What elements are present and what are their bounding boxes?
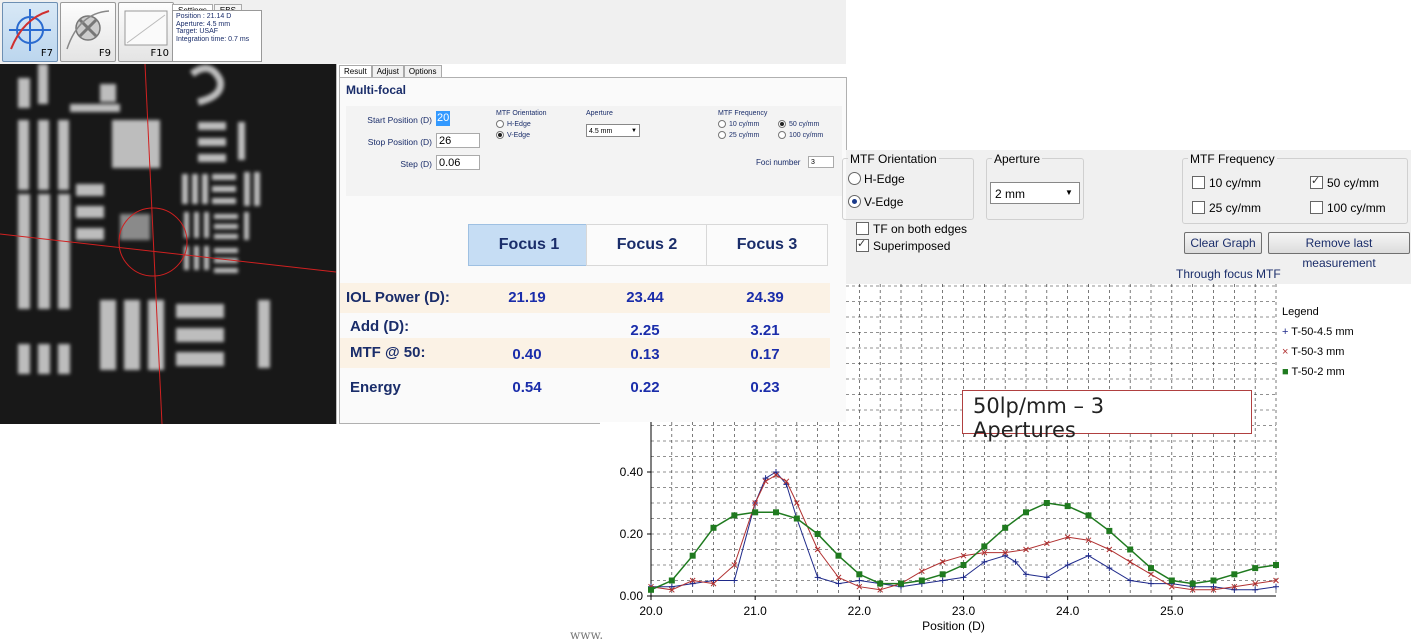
x-tick-label: 25.0 [1160, 604, 1184, 618]
data-point-square [648, 586, 654, 593]
data-point-square [1252, 565, 1259, 572]
data-point-square [793, 515, 800, 522]
data-point-square [710, 524, 717, 531]
callout-line-1: 50lp/mm – 3 [973, 394, 1105, 418]
x-tick-label: 20.0 [639, 604, 663, 618]
y-tick-label: 0.40 [620, 465, 644, 479]
chart-lower-background [600, 422, 1276, 622]
data-point-square [668, 577, 675, 584]
x-tick-label: 24.0 [1056, 604, 1080, 618]
watermark-text: www. [570, 628, 604, 642]
data-point-square [1043, 500, 1050, 506]
square-marker-icon: ■ [1282, 366, 1289, 378]
data-point-square [960, 562, 967, 568]
data-point-square [835, 552, 842, 559]
legend-item-4-5mm: + T-50-4.5 mm [1282, 326, 1354, 338]
data-point-square [856, 571, 863, 578]
data-point-square [939, 571, 946, 578]
data-point-square [898, 580, 904, 587]
x-tick-label: 22.0 [848, 604, 872, 618]
legend-title: Legend [1282, 306, 1319, 318]
data-point-square [1273, 562, 1279, 568]
legend-item-3mm: × T-50-3 mm [1282, 346, 1345, 358]
data-point-square [918, 577, 925, 584]
data-point-square [1168, 577, 1175, 584]
chart-legend: Legend + T-50-4.5 mm × T-50-3 mm ■ T-50-… [1282, 306, 1354, 378]
data-point-square [981, 543, 988, 550]
x-tick-label: 23.0 [952, 604, 976, 618]
data-point-square [1085, 512, 1092, 519]
data-point-square [689, 552, 696, 559]
x-marker-icon: × [1282, 346, 1289, 358]
x-tick-label: 21.0 [743, 604, 767, 618]
data-point-square [814, 531, 821, 537]
data-point-square [752, 509, 759, 516]
data-point-square [877, 580, 884, 587]
y-tick-label: 0.00 [620, 589, 644, 603]
data-point-square [1127, 546, 1134, 553]
callout-line-2: Apertures [973, 418, 1076, 442]
data-point-square [1210, 577, 1217, 584]
data-point-square [1002, 524, 1009, 531]
aperture-callout: 50lp/mm – 3 Apertures [962, 390, 1252, 442]
data-point-square [1106, 527, 1113, 534]
data-point-square [1189, 580, 1196, 587]
data-point-square [731, 512, 738, 519]
data-point-square [1064, 503, 1071, 510]
data-point-square [1231, 571, 1238, 578]
data-point-square [1023, 509, 1029, 516]
through-focus-mtf-chart: 20.0 21.0 22.0 23.0 24.0 25.0 0.00 0.20 0.40 Posi… [600, 284, 1279, 633]
y-tick-label: 0.20 [620, 527, 644, 541]
legend-item-2mm: ■ T-50-2 mm [1282, 366, 1345, 378]
data-point-square [773, 509, 779, 516]
x-axis-label: Position (D) [922, 619, 985, 633]
data-point-square [1148, 565, 1154, 572]
plus-marker-icon: + [1282, 326, 1289, 338]
